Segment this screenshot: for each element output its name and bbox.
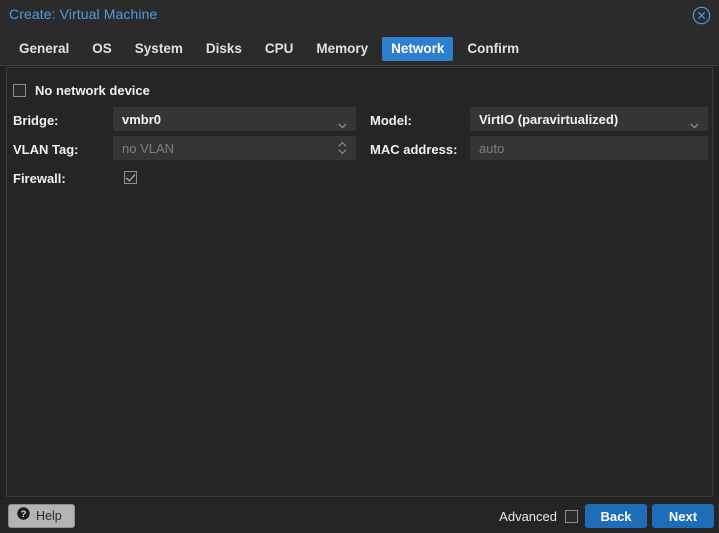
model-label: Model: xyxy=(370,113,412,128)
chevron-down-icon xyxy=(690,116,699,122)
model-value: VirtIO (paravirtualized) xyxy=(470,112,618,127)
tab-system[interactable]: System xyxy=(126,37,192,61)
chevron-down-icon xyxy=(338,116,347,122)
dialog-title: Create: Virtual Machine xyxy=(9,6,157,22)
question-mark-circle-icon: ? xyxy=(17,507,30,525)
close-icon[interactable] xyxy=(692,6,711,25)
wizard-tabbar: General OS System Disks CPU Memory Netwo… xyxy=(0,32,719,66)
help-button-label: Help xyxy=(36,509,62,523)
model-select[interactable]: VirtIO (paravirtualized) xyxy=(470,107,708,131)
tab-disks[interactable]: Disks xyxy=(197,37,251,61)
tab-confirm[interactable]: Confirm xyxy=(458,37,528,61)
dialog-footer: ? Help Advanced Back Next xyxy=(0,499,719,533)
bridge-select[interactable]: vmbr0 xyxy=(113,107,356,131)
vlan-tag-input[interactable]: no VLAN xyxy=(113,136,356,160)
tab-network[interactable]: Network xyxy=(382,37,453,61)
firewall-label: Firewall: xyxy=(13,171,66,186)
advanced-label: Advanced xyxy=(499,509,557,524)
mac-address-input[interactable]: auto xyxy=(470,136,708,160)
vlan-tag-placeholder: no VLAN xyxy=(113,141,174,156)
tab-cpu[interactable]: CPU xyxy=(256,37,303,61)
next-button[interactable]: Next xyxy=(652,504,714,528)
tab-general[interactable]: General xyxy=(10,37,78,61)
dialog-titlebar: Create: Virtual Machine xyxy=(0,0,719,32)
bridge-value: vmbr0 xyxy=(113,112,161,127)
spinner-arrows-icon[interactable] xyxy=(338,141,347,155)
firewall-checkbox[interactable] xyxy=(124,171,137,184)
create-vm-dialog: Create: Virtual Machine General OS Syste… xyxy=(0,0,719,533)
help-button[interactable]: ? Help xyxy=(8,504,75,528)
no-network-device-label: No network device xyxy=(35,83,150,98)
svg-text:?: ? xyxy=(21,509,27,520)
tab-memory[interactable]: Memory xyxy=(307,37,377,61)
mac-address-placeholder: auto xyxy=(470,141,504,156)
advanced-toggle-row: Advanced xyxy=(499,509,578,524)
no-network-device-row: No network device xyxy=(13,83,150,98)
back-button[interactable]: Back xyxy=(585,504,647,528)
vlan-tag-label: VLAN Tag: xyxy=(13,142,78,157)
mac-address-label: MAC address: xyxy=(370,142,457,157)
tab-os[interactable]: OS xyxy=(83,37,121,61)
network-settings-panel: No network device Bridge: vmbr0 VLAN Tag… xyxy=(6,67,713,497)
advanced-checkbox[interactable] xyxy=(565,510,578,523)
no-network-device-checkbox[interactable] xyxy=(13,84,26,97)
bridge-label: Bridge: xyxy=(13,113,59,128)
